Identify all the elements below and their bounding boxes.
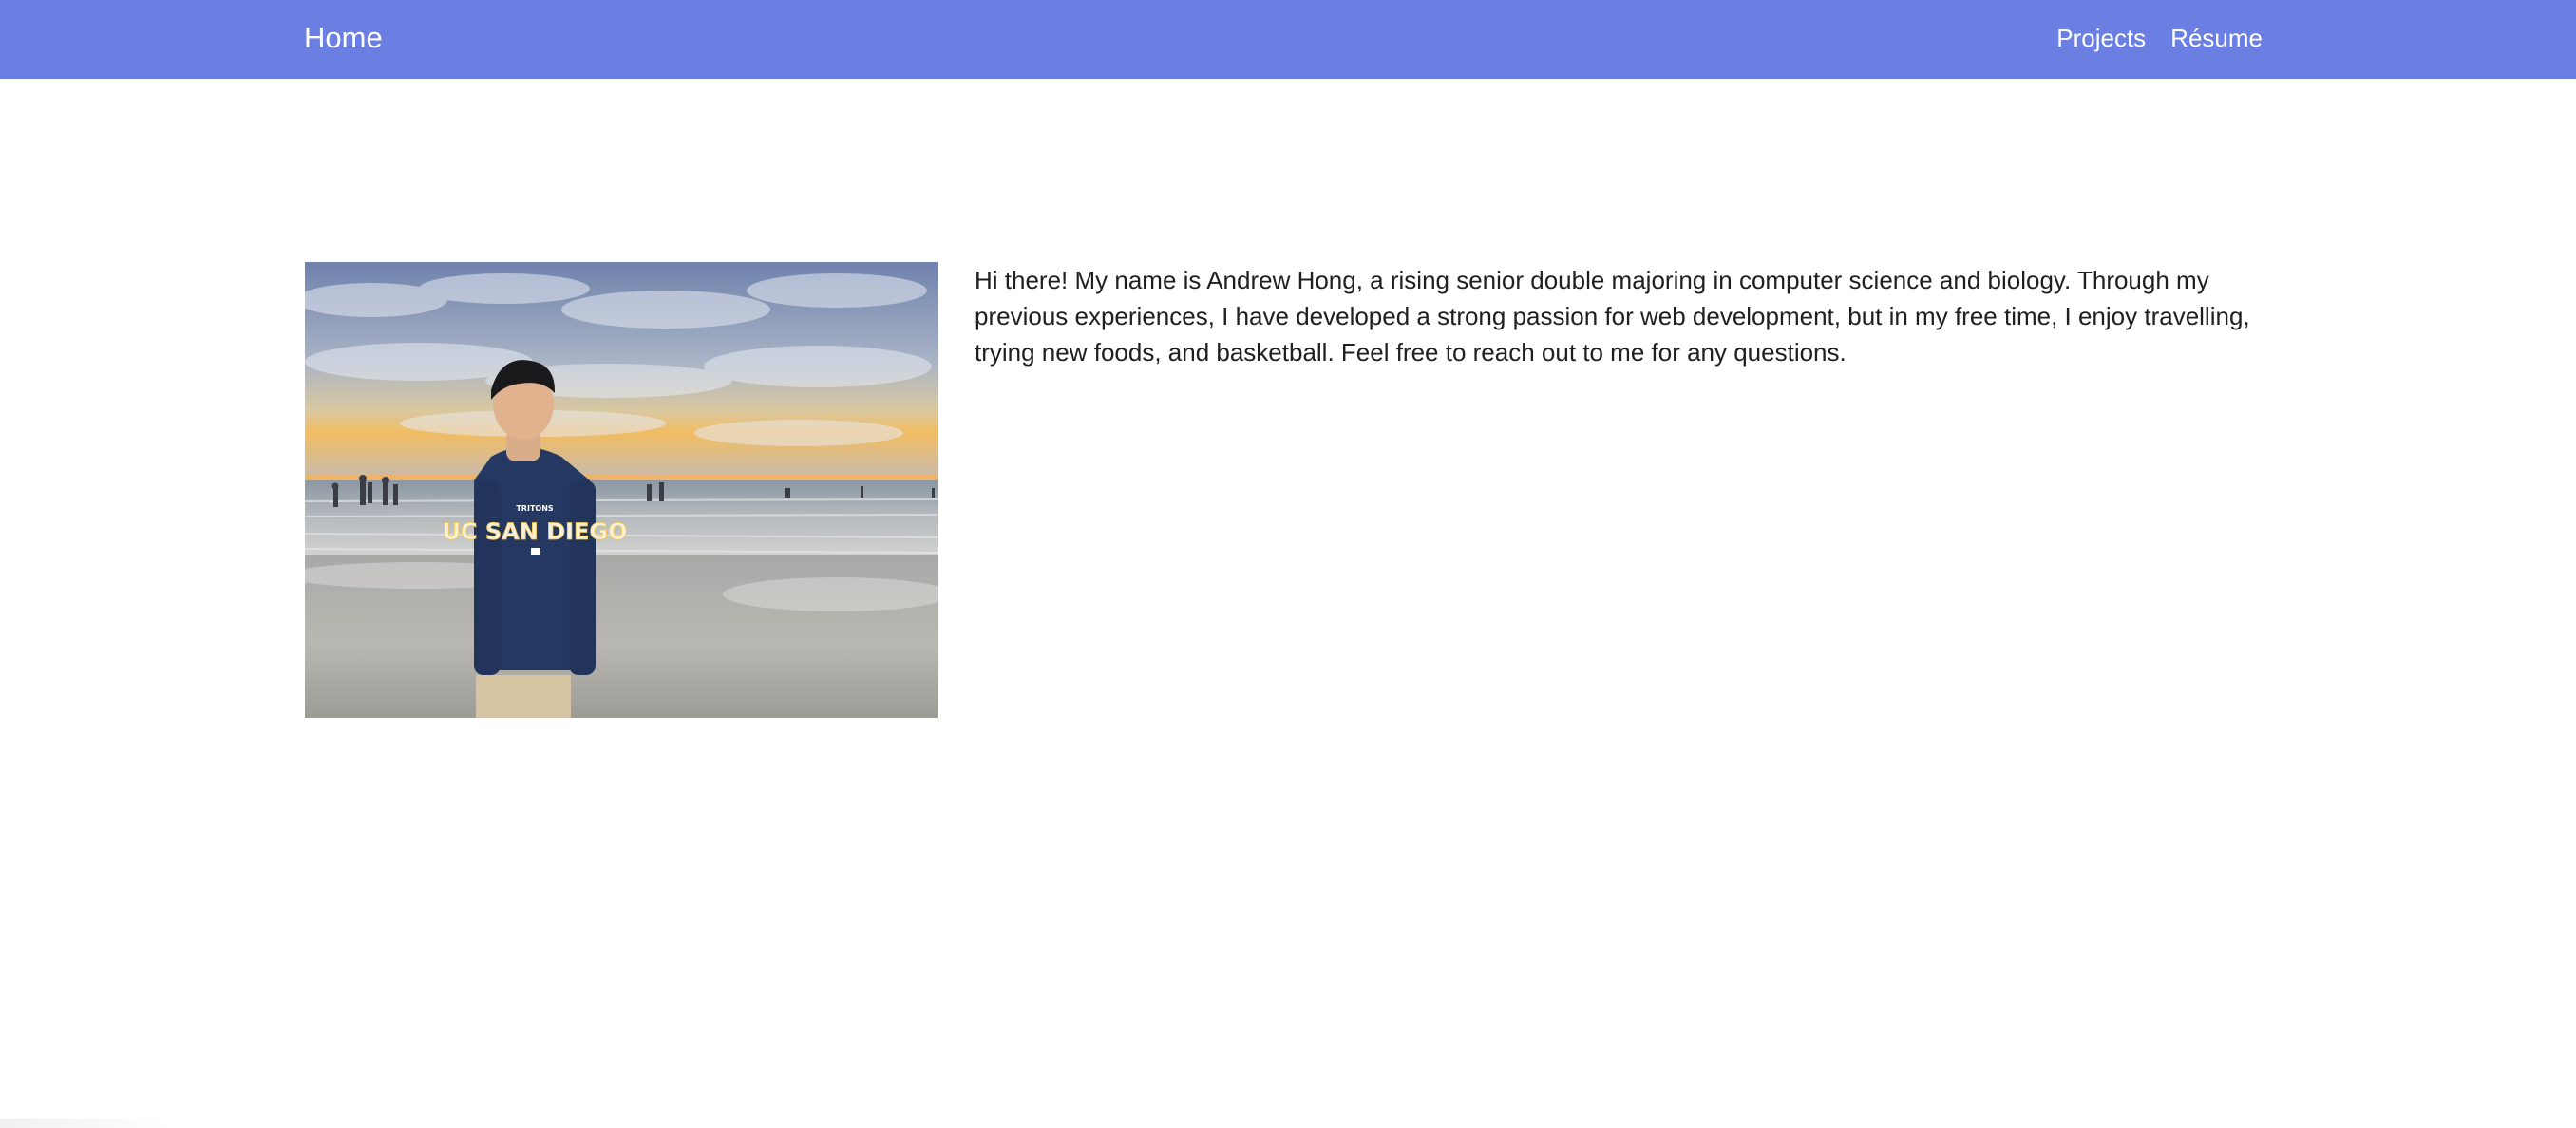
nav-links: Projects Résume [2056, 0, 2263, 76]
bottom-left-shadow [0, 1119, 171, 1128]
resume-link[interactable]: Résume [2170, 24, 2263, 53]
sweatshirt-small-text: TRITONS [516, 504, 554, 513]
projects-link[interactable]: Projects [2056, 24, 2146, 53]
profile-photo: TRITONS UC SAN DIEGO [305, 262, 938, 718]
sweatshirt-text: UC SAN DIEGO [442, 518, 627, 545]
home-link[interactable]: Home [304, 0, 383, 76]
beach-photo-illustration: TRITONS UC SAN DIEGO [305, 262, 938, 718]
bio-text: Hi there! My name is Andrew Hong, a risi… [975, 266, 2250, 367]
top-navbar: Home Projects Résume [0, 0, 2576, 79]
